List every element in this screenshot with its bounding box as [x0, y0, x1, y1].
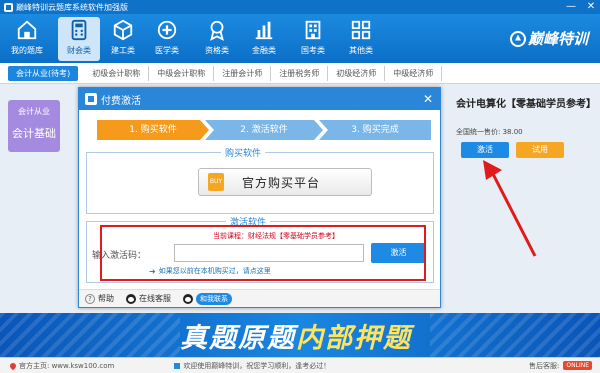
category-tabs: 会计从业(待考) 初级会计职称 中级会计职称 注册会计师 注册税务师 初级经济师…: [0, 63, 600, 84]
trial-button[interactable]: 试用: [516, 142, 564, 158]
dialog-footer: ? 帮助 在线客服 和我联系: [79, 289, 440, 307]
course-card-category: 会计从业: [18, 107, 50, 116]
nav-label: 财会类: [67, 46, 91, 55]
nav-label: 建工类: [111, 46, 135, 55]
question-icon: ?: [85, 293, 95, 304]
nav-item-medical[interactable]: 医学类: [146, 17, 188, 61]
tab-junior-economist[interactable]: 初级经济师: [328, 65, 386, 81]
calculator-icon: [66, 17, 92, 43]
after-sales-service[interactable]: 售后客服: ONLINE: [529, 361, 592, 371]
buy-bag-icon: BUY: [208, 173, 224, 191]
help-label: 帮助: [98, 294, 114, 303]
activate-product-button[interactable]: 激活: [461, 142, 509, 158]
product-title: 会计电算化【零基础学员参考】: [456, 99, 596, 110]
tab-junior-accountant[interactable]: 初级会计职称: [84, 65, 150, 81]
app-icon: [4, 2, 13, 12]
qq-penguin-icon: [183, 293, 193, 304]
contact-me-link[interactable]: 和我联系: [183, 292, 232, 305]
product-price: 全国统一售价: 38.00: [456, 128, 523, 136]
status-bar: 官方主页: www.ksw100.com 欢迎使用巅峰特训，祝您学习顺利，逢考必…: [0, 357, 600, 373]
course-card[interactable]: 会计从业 会计基础: [8, 100, 60, 152]
nav-item-my-library[interactable]: 我的题库: [6, 17, 48, 61]
nav-label: 其他类: [349, 46, 373, 55]
badge-icon: [204, 17, 230, 43]
building-icon: [300, 17, 326, 43]
banner-text-a: 真题原题: [180, 323, 296, 354]
nav-item-civil-service[interactable]: 国考类: [292, 17, 334, 61]
online-service-link[interactable]: 在线客服: [126, 293, 171, 304]
brand-logo: 巅峰特训: [509, 28, 588, 49]
minimize-button[interactable]: —: [564, 1, 578, 13]
nav-label: 国考类: [301, 46, 325, 55]
nav-item-construction[interactable]: 建工类: [102, 17, 144, 61]
mountain-logo-icon: [509, 30, 526, 47]
contact-me-badge: 和我联系: [196, 292, 232, 305]
window-controls: — ✕: [564, 1, 598, 13]
nav-item-qualification[interactable]: 资格类: [196, 17, 238, 61]
qq-penguin-icon: [126, 293, 136, 304]
service-label: 售后客服:: [529, 361, 560, 370]
nav-item-other[interactable]: 其他类: [340, 17, 382, 61]
location-pin-icon: [8, 361, 18, 370]
top-nav: 我的题库 财会类 建工类 医学类 资格类 金融类 国考类 其他类 巅峰特训: [0, 14, 600, 63]
grid-icon: [348, 17, 374, 43]
close-window-button[interactable]: ✕: [584, 1, 598, 13]
tab-tax-agent[interactable]: 注册税务师: [271, 65, 329, 81]
bar-chart-icon: [251, 17, 277, 43]
banner-decoration: [430, 313, 600, 357]
nav-label: 金融类: [252, 46, 276, 55]
step-buy: 1. 购买软件: [97, 120, 209, 140]
brand-name: 巅峰特训: [527, 30, 588, 48]
title-bar: 巅峰特训云题库系统软件加强版 — ✕: [0, 0, 600, 14]
official-purchase-button[interactable]: BUY 官方购买平台: [198, 168, 372, 196]
purchase-button-label: 官方购买平台: [242, 175, 321, 190]
welcome-text: 欢迎使用巅峰特训，祝您学习顺利，逢考必过！: [183, 361, 331, 370]
dialog-header: 付费激活: [79, 88, 440, 110]
welcome-message: 欢迎使用巅峰特训，祝您学习顺利，逢考必过！: [174, 361, 330, 371]
cube-icon: [110, 17, 136, 43]
nav-item-finance[interactable]: 金融类: [243, 17, 285, 61]
step-complete: 3. 购买完成: [319, 120, 431, 140]
tab-cpa[interactable]: 注册会计师: [214, 65, 272, 81]
window-title: 巅峰特训云题库系统软件加强版: [16, 2, 128, 12]
online-service-label: 在线客服: [139, 294, 171, 303]
banner-text-b: 内部押题: [296, 323, 412, 354]
dialog-icon: [85, 93, 97, 105]
promo-banner[interactable]: 真题原题内部押题: [0, 313, 600, 357]
dialog-close-button[interactable]: ✕: [420, 91, 436, 107]
homepage-text: 官方主页: www.ksw100.com: [19, 361, 115, 370]
nav-label: 医学类: [155, 46, 179, 55]
banner-decoration: [0, 313, 180, 357]
step-indicator: 1. 购买软件 2. 激活软件 3. 购买完成: [97, 120, 431, 140]
step-activate: 2. 激活软件: [205, 120, 323, 140]
medical-cross-icon: [154, 17, 180, 43]
nav-label: 资格类: [205, 46, 229, 55]
tab-accounting-qualification[interactable]: 会计从业(待考): [8, 65, 79, 81]
home-icon: [14, 17, 40, 43]
help-link[interactable]: ? 帮助: [85, 293, 114, 304]
banner-text: 真题原题内部押题: [180, 316, 412, 355]
red-arrow-annotation: [483, 160, 537, 257]
speaker-icon: [174, 362, 181, 369]
red-highlight-box: [100, 225, 426, 281]
nav-label: 我的题库: [11, 46, 43, 55]
nav-item-accounting[interactable]: 财会类: [58, 17, 100, 61]
course-card-title: 会计基础: [12, 127, 56, 140]
online-badge: ONLINE: [563, 361, 592, 370]
homepage-link[interactable]: 官方主页: www.ksw100.com: [8, 361, 115, 371]
tab-intermediate-accountant[interactable]: 中级会计职称: [149, 65, 215, 81]
tab-intermediate-economist[interactable]: 中级经济师: [385, 65, 443, 81]
dialog-title: 付费激活: [101, 95, 141, 107]
buy-section-title: 购买软件: [221, 146, 266, 159]
